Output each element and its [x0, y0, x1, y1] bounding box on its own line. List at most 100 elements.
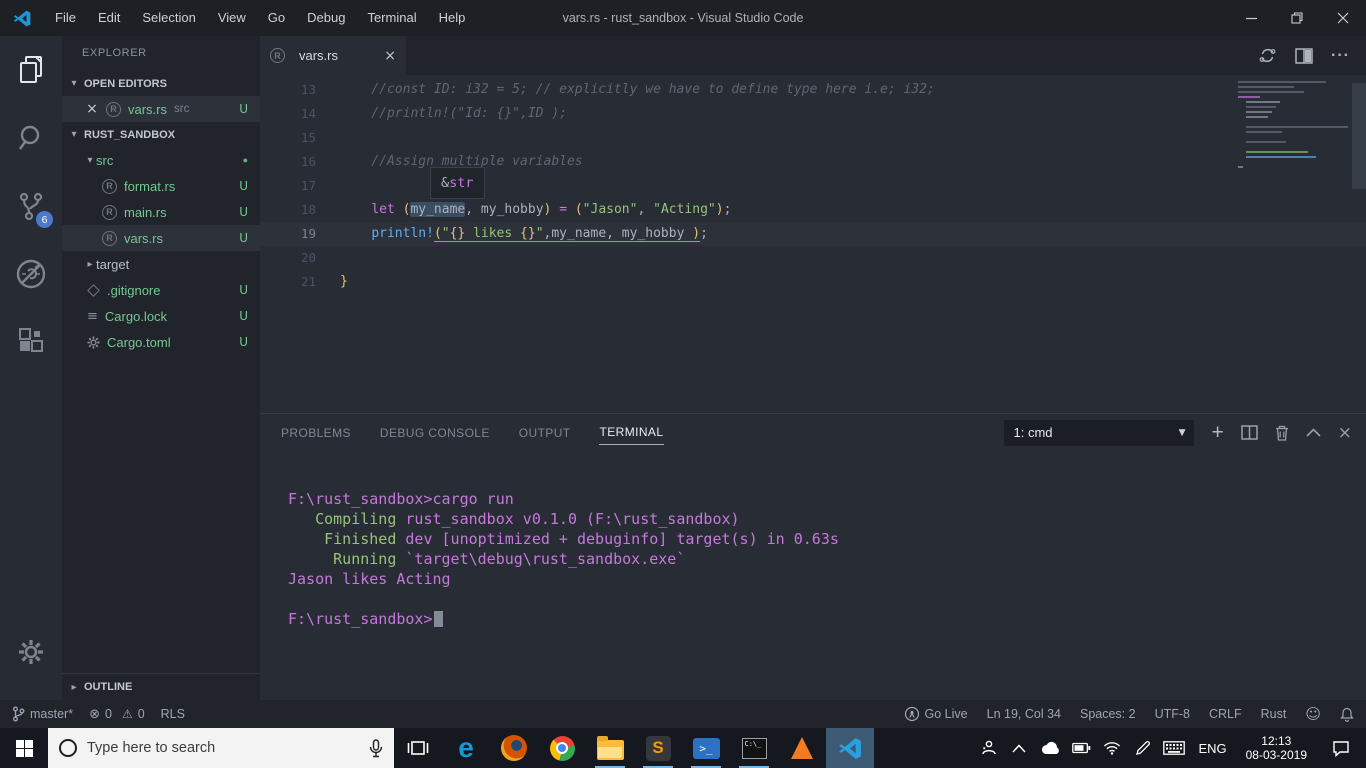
code-line[interactable]: 18 let (my_name, my_hobby) = ("Jason", "… [260, 198, 1366, 222]
line-number: 15 [300, 130, 316, 145]
menu-selection[interactable]: Selection [131, 0, 206, 36]
terminal-line: Jason likes Acting [288, 570, 451, 588]
rust-file-icon: R [102, 204, 117, 220]
restore-icon[interactable] [1274, 0, 1320, 36]
start-button[interactable] [0, 728, 48, 768]
more-actions-icon[interactable]: ··· [1331, 47, 1350, 65]
file-main-rs[interactable]: R main.rs U [62, 199, 260, 225]
tab-terminal[interactable]: TERMINAL [598, 420, 665, 445]
code-line[interactable]: 17 [260, 174, 1366, 198]
code-editor[interactable]: 13 //const ID: i32 = 5; // explicitly we… [260, 75, 1366, 413]
microphone-icon[interactable] [369, 738, 383, 758]
people-icon[interactable] [977, 739, 999, 757]
menu-go[interactable]: Go [257, 0, 296, 36]
wifi-icon[interactable] [1101, 741, 1123, 755]
encoding-setting[interactable]: UTF-8 [1155, 707, 1190, 721]
menu-debug[interactable]: Debug [296, 0, 356, 36]
tab-vars-rs[interactable]: R vars.rs × [260, 36, 406, 75]
language-indicator[interactable]: ENG [1194, 741, 1230, 756]
close-tab-icon[interactable]: × [384, 48, 396, 64]
menu-edit[interactable]: Edit [87, 0, 131, 36]
file-cargo-toml[interactable]: Cargo.toml U [62, 329, 260, 355]
time: 12:13 [1261, 734, 1292, 748]
git-branch-status[interactable]: master* [12, 706, 73, 722]
maximize-panel-icon[interactable] [1306, 428, 1321, 437]
sublime-text-icon[interactable]: S [634, 728, 682, 768]
code-line-current[interactable]: 19 println!("{} likes {}",my_name, my_ho… [260, 222, 1366, 246]
sync-changes-icon[interactable] [1258, 46, 1277, 65]
taskbar-search[interactable] [48, 728, 394, 768]
code-line[interactable]: 21 } [260, 270, 1366, 294]
new-terminal-icon[interactable]: + [1211, 422, 1223, 443]
search-icon[interactable] [0, 104, 62, 172]
tab-output[interactable]: OUTPUT [518, 421, 572, 445]
clock[interactable]: 12:13 08-03-2019 [1240, 734, 1313, 762]
go-live-button[interactable]: Go Live [904, 706, 968, 722]
debug-disabled-icon[interactable] [0, 240, 62, 308]
powershell-icon[interactable]: >_ [682, 728, 730, 768]
file-gitignore[interactable]: .gitignore U [62, 277, 260, 303]
minimize-icon[interactable] [1228, 0, 1274, 36]
pen-icon[interactable] [1132, 740, 1154, 756]
onedrive-icon[interactable] [1039, 741, 1061, 755]
notifications-bell-icon[interactable] [1340, 707, 1354, 722]
minimap[interactable] [1238, 81, 1350, 171]
vscode-taskbar-icon[interactable] [826, 728, 874, 768]
split-editor-icon[interactable] [1295, 47, 1313, 64]
scrollbar-thumb[interactable] [1352, 83, 1366, 189]
file-explorer-icon[interactable] [586, 728, 634, 768]
code-line[interactable]: 14 //println!("Id: {}",ID ); [260, 102, 1366, 126]
tab-debug-console[interactable]: DEBUG CONSOLE [379, 421, 491, 445]
outline-header[interactable]: ▸ OUTLINE [62, 673, 260, 700]
file-cargo-lock[interactable]: ≡ Cargo.lock U [62, 303, 260, 329]
open-editors-header[interactable]: ▾ OPEN EDITORS [62, 71, 260, 96]
action-center-icon[interactable] [1322, 740, 1360, 757]
explorer-icon[interactable] [0, 36, 62, 104]
indentation-setting[interactable]: Spaces: 2 [1080, 707, 1136, 721]
vlc-icon[interactable] [778, 728, 826, 768]
menu-view[interactable]: View [207, 0, 257, 36]
lock-file-icon: ≡ [87, 308, 98, 324]
firefox-icon[interactable] [490, 728, 538, 768]
terminal-output[interactable]: F:\rust_sandbox>cargo run Compiling rust… [260, 451, 1366, 700]
folder-target[interactable]: ▸ target [62, 251, 260, 277]
language-mode[interactable]: Rust [1261, 707, 1287, 721]
code-line[interactable]: 13 //const ID: i32 = 5; // explicitly we… [260, 78, 1366, 102]
terminal-select[interactable]: 1: cmd ▼ [1004, 419, 1195, 446]
settings-gear-icon[interactable] [0, 618, 62, 686]
feedback-smiley-icon[interactable]: ☺ [1305, 705, 1321, 723]
menu-terminal[interactable]: Terminal [356, 0, 427, 36]
battery-icon[interactable] [1070, 742, 1092, 754]
open-editor-item[interactable]: × R vars.rs src U [62, 96, 260, 122]
menu-file[interactable]: File [44, 0, 87, 36]
hidden-icons-chevron[interactable] [1008, 743, 1030, 753]
file-vars-rs[interactable]: R vars.rs U [62, 225, 260, 251]
chrome-icon[interactable] [538, 728, 586, 768]
search-input[interactable] [87, 740, 359, 756]
cursor-position[interactable]: Ln 19, Col 34 [987, 707, 1061, 721]
task-view-icon[interactable] [394, 728, 442, 768]
kill-terminal-icon[interactable] [1275, 425, 1289, 441]
error-icon: ⊗ [89, 706, 100, 722]
close-editor-icon[interactable]: × [84, 101, 100, 117]
rust-file-icon: R [106, 101, 121, 117]
cmd-icon[interactable]: C:\_ [730, 728, 778, 768]
source-control-icon[interactable]: 6 [0, 172, 62, 240]
eol-setting[interactable]: CRLF [1209, 707, 1242, 721]
close-icon[interactable] [1320, 0, 1366, 36]
rls-status[interactable]: RLS [161, 707, 185, 721]
code-line[interactable]: 16 //Assign multiple variables [260, 150, 1366, 174]
code-line[interactable]: 20 [260, 246, 1366, 270]
touch-keyboard-icon[interactable] [1163, 741, 1186, 755]
problems-status[interactable]: ⊗ 0 ⚠ 0 [89, 707, 145, 722]
close-panel-icon[interactable]: × [1338, 423, 1352, 443]
folder-src[interactable]: ▾ src ● [62, 147, 260, 173]
menu-help[interactable]: Help [428, 0, 477, 36]
extensions-icon[interactable] [0, 308, 62, 376]
split-terminal-icon[interactable] [1241, 425, 1258, 440]
file-format-rs[interactable]: R format.rs U [62, 173, 260, 199]
code-line[interactable]: 15 [260, 126, 1366, 150]
edge-icon[interactable]: e [442, 728, 490, 768]
workspace-root-header[interactable]: ▾ RUST_SANDBOX [62, 122, 260, 147]
tab-problems[interactable]: PROBLEMS [280, 421, 352, 445]
